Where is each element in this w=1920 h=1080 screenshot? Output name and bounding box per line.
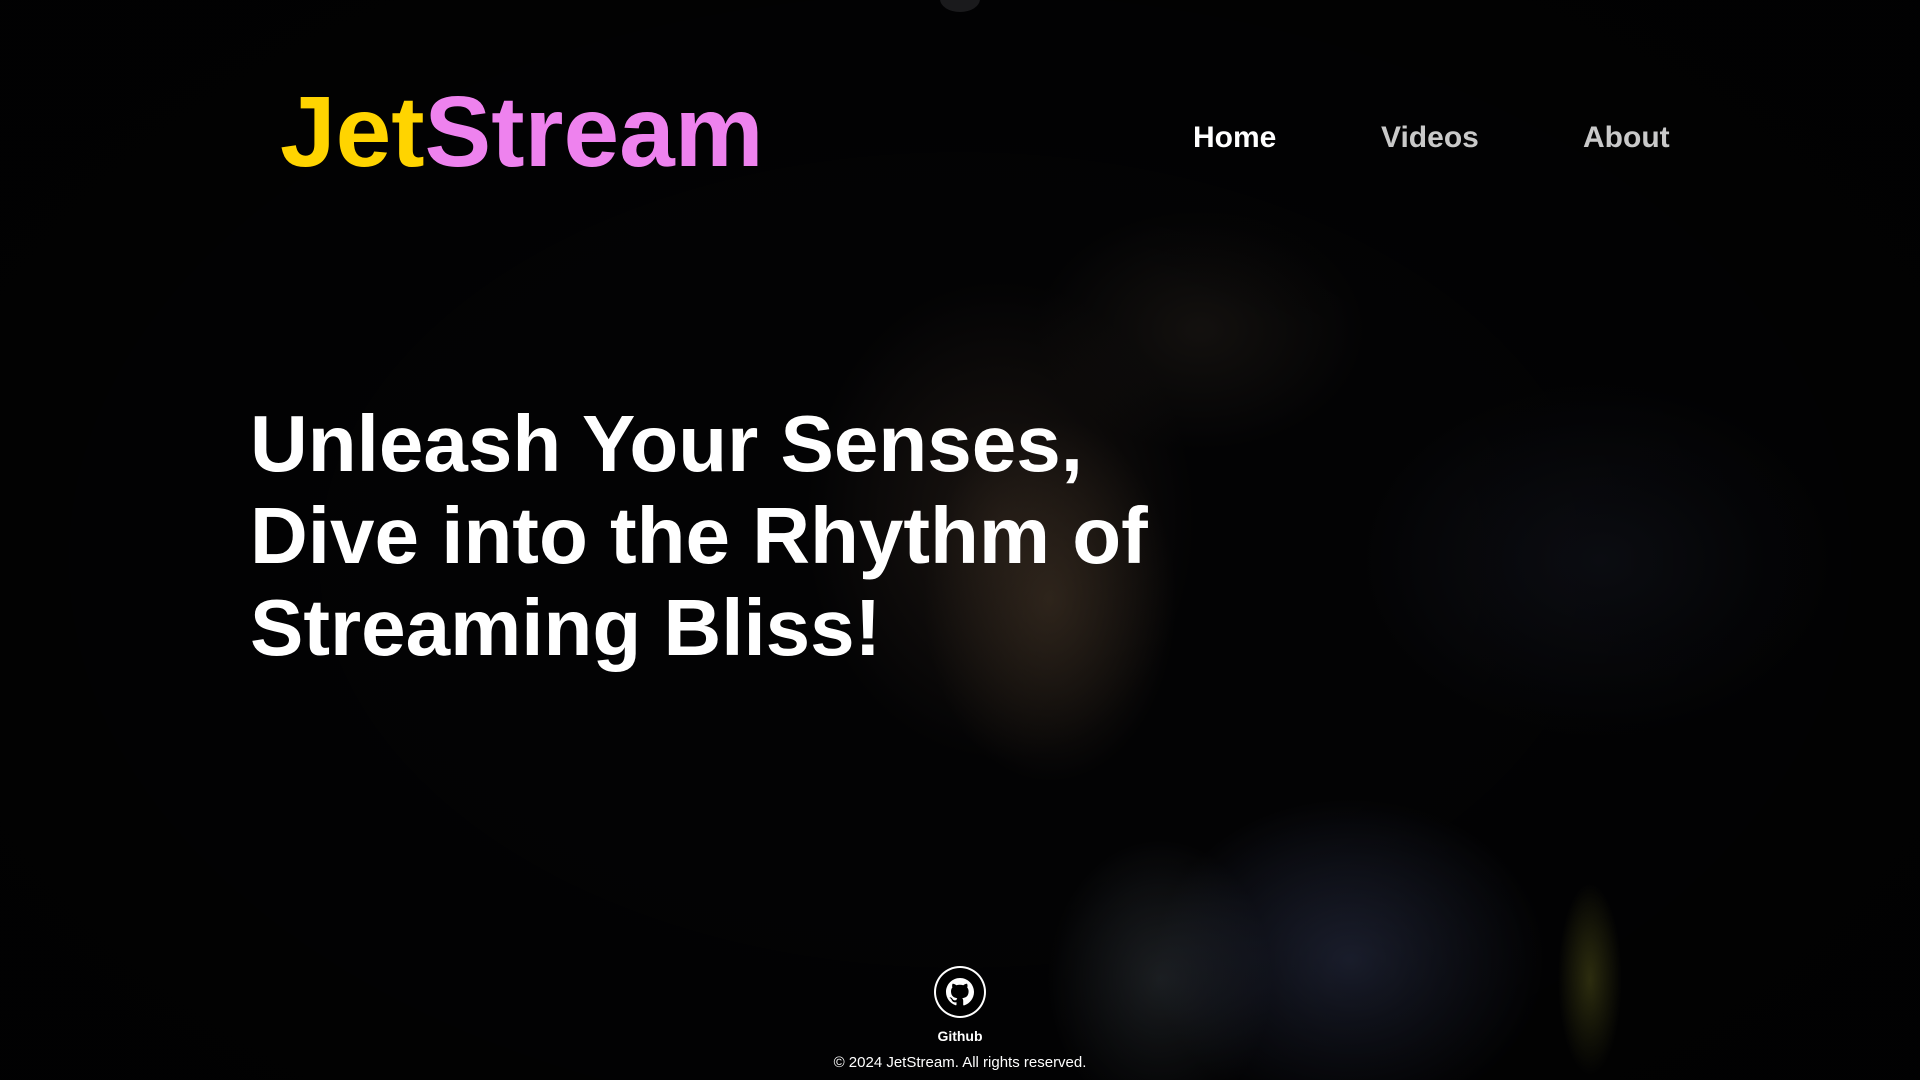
site-footer: Github © 2024 JetStream. All rights rese… [0,966,1920,1071]
nav-link-home[interactable]: Home [1193,118,1381,158]
hero-line-1: Unleash Your Senses, [250,399,1083,488]
main-nav: Home Videos About [1193,118,1683,158]
hero-line-3: Streaming Bliss! [250,583,882,672]
github-label: Github [937,1028,983,1044]
nav-link-about[interactable]: About [1583,118,1683,158]
brand-logo-jet: Jet [280,76,425,188]
site-header: JetStream Home Videos About [0,0,1920,200]
github-link[interactable]: Github [934,966,986,1044]
brand-logo-stream: Stream [424,76,764,188]
hero-heading: Unleash Your Senses, Dive into the Rhyth… [250,398,1230,674]
github-icon[interactable] [934,966,986,1018]
page: JetStream Home Videos About Unleash Your… [0,0,1920,1080]
hero-line-2: Dive into the Rhythm of [250,491,1148,580]
nav-link-videos[interactable]: Videos [1381,118,1583,158]
brand-logo[interactable]: JetStream [280,82,764,182]
copyright-text: © 2024 JetStream. All rights reserved. [833,1054,1087,1071]
